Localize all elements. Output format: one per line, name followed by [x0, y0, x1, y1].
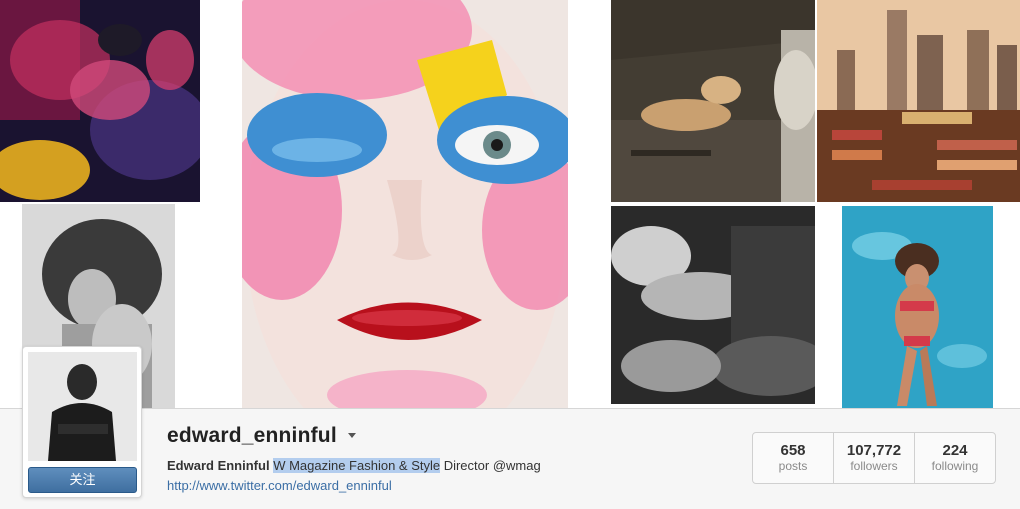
photo-tile-bw-reclining[interactable]	[611, 206, 815, 404]
following-count: 224	[942, 442, 968, 459]
following-label: following	[931, 459, 979, 473]
stat-followers[interactable]: 107,772 followers	[833, 433, 914, 483]
stat-following[interactable]: 224 following	[914, 433, 995, 483]
full-name: Edward Enninful	[167, 458, 270, 473]
followers-count: 107,772	[846, 442, 902, 459]
follow-button[interactable]: 关注	[28, 467, 137, 493]
photo-tile-neon-group[interactable]	[0, 0, 200, 202]
photo-tile-staircase[interactable]	[611, 0, 815, 202]
photo-tile-makeup-face[interactable]	[242, 0, 568, 408]
photo-tile-city-books[interactable]	[817, 0, 1020, 202]
bio-text: Director @wmag	[440, 458, 541, 473]
posts-count: 658	[780, 442, 806, 459]
stats-box: 658 posts 107,772 followers 224 followin…	[752, 432, 996, 484]
chevron-down-icon[interactable]	[348, 433, 356, 438]
followers-label: followers	[850, 459, 898, 473]
avatar[interactable]	[28, 352, 137, 461]
username: edward_enninful	[167, 424, 337, 447]
website-link[interactable]: http://www.twitter.com/edward_enninful	[167, 478, 392, 493]
stat-posts[interactable]: 658 posts	[753, 433, 833, 483]
avatar-card: 关注	[22, 346, 142, 498]
bio: Edward Enninful W Magazine Fashion & Sty…	[167, 458, 541, 473]
photo-mosaic	[0, 0, 1020, 408]
posts-label: posts	[778, 459, 808, 473]
photo-tile-pool[interactable]	[842, 206, 993, 408]
bio-selected-text: W Magazine Fashion & Style	[273, 458, 441, 473]
